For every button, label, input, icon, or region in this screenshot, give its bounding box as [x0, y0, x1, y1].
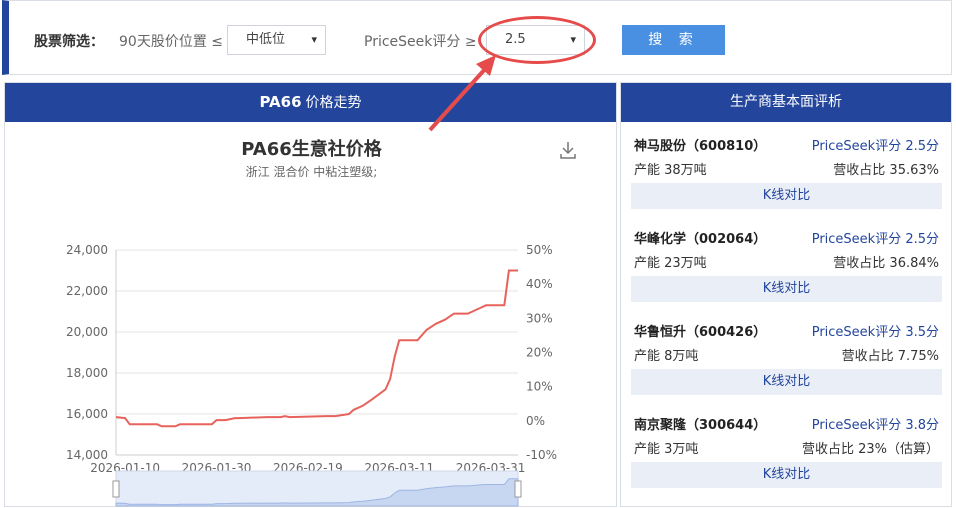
capacity: 产能 3万吨 — [634, 442, 699, 457]
revenue-share: 营收占比 23%（估算） — [801, 442, 939, 457]
search-button[interactable]: 搜 索 — [622, 25, 725, 55]
kline-compare-button[interactable]: K线对比 — [631, 276, 942, 302]
kline-compare-button[interactable]: K线对比 — [631, 369, 942, 395]
y-left-tick-label: 16,000 — [66, 407, 108, 421]
y-right-tick-label: 40% — [526, 277, 553, 291]
highlight-circle — [478, 16, 596, 64]
y-right-tick-label: 10% — [526, 380, 553, 394]
y-left-tick-label: 22,000 — [66, 284, 108, 298]
priceseek-score[interactable]: PriceSeek评分 2.5分 — [812, 228, 939, 247]
kline-compare-button[interactable]: K线对比 — [631, 462, 942, 488]
priceseek-score[interactable]: PriceSeek评分 2.5分 — [812, 135, 939, 154]
y-right-tick-label: 30% — [526, 311, 553, 325]
range-slider-left-handle[interactable] — [112, 480, 120, 498]
price-trend-label: 价格走势 — [305, 95, 362, 111]
price-line-chart: 24,000 22,000 20,000 18,000 16,000 14,000 50% 4… — [66, 243, 557, 507]
priceseek-score[interactable]: PriceSeek评分 3.5分 — [812, 321, 939, 340]
range-slider-right-handle[interactable] — [514, 480, 522, 498]
y-left-tick-label: 18,000 — [66, 366, 108, 380]
capacity: 产能 23万吨 — [634, 256, 707, 271]
y-right-tick-label: 20% — [526, 346, 553, 360]
revenue-share: 营收占比 7.75% — [841, 349, 939, 364]
company-name[interactable]: 华峰化学（002064） — [634, 228, 766, 247]
capacity: 产能 8万吨 — [634, 349, 699, 364]
chevron-down-icon: ▾ — [311, 33, 317, 46]
price-position-label: 90天股价位置 ≤ — [119, 34, 223, 50]
stock-filter-bar: 股票筛选： 90天股价位置 ≤ 中低位 ▾ PriceSeek评分 ≥ 2.5 … — [2, 0, 952, 75]
company-name[interactable]: 南京聚隆（300644） — [634, 414, 766, 433]
product-name: PA66 — [259, 93, 302, 111]
capacity: 产能 38万吨 — [634, 163, 707, 178]
company-name[interactable]: 神马股份（600810） — [634, 135, 766, 154]
priceseek-score[interactable]: PriceSeek评分 3.8分 — [812, 414, 939, 433]
company-name[interactable]: 华鲁恒升（600426） — [634, 321, 766, 340]
priceseek-score-label: PriceSeek评分 ≥ — [364, 34, 477, 50]
y-right-tick-label: -10% — [526, 448, 557, 462]
revenue-share: 营收占比 35.63% — [833, 163, 939, 178]
y-right-tick-label: 0% — [526, 414, 545, 428]
price-series-line — [115, 269, 518, 428]
y-left-tick-label: 14,000 — [66, 448, 108, 462]
y-left-tick-label: 24,000 — [66, 243, 108, 257]
producer-header: 生产商基本面评析 — [621, 83, 951, 122]
producer-fundamentals-panel: 生产商基本面评析 神马股份（600810） PriceSeek评分 2.5分 产能 … — [620, 82, 952, 507]
filter-title: 股票筛选： — [34, 34, 104, 50]
price-position-value: 中低位 — [246, 32, 286, 47]
y-left-tick-label: 20,000 — [66, 325, 108, 339]
y-right-tick-label: 50% — [526, 243, 553, 257]
price-trend-panel: PA66 价格走势 PA66生意社价格 浙江 混合价 中粘注塑级; 24,000 2… — [4, 82, 617, 507]
revenue-share: 营收占比 36.84% — [833, 256, 939, 271]
price-trend-header: PA66 价格走势 — [5, 83, 616, 122]
kline-compare-button[interactable]: K线对比 — [631, 183, 942, 209]
price-position-select[interactable]: 中低位 ▾ — [227, 25, 326, 55]
